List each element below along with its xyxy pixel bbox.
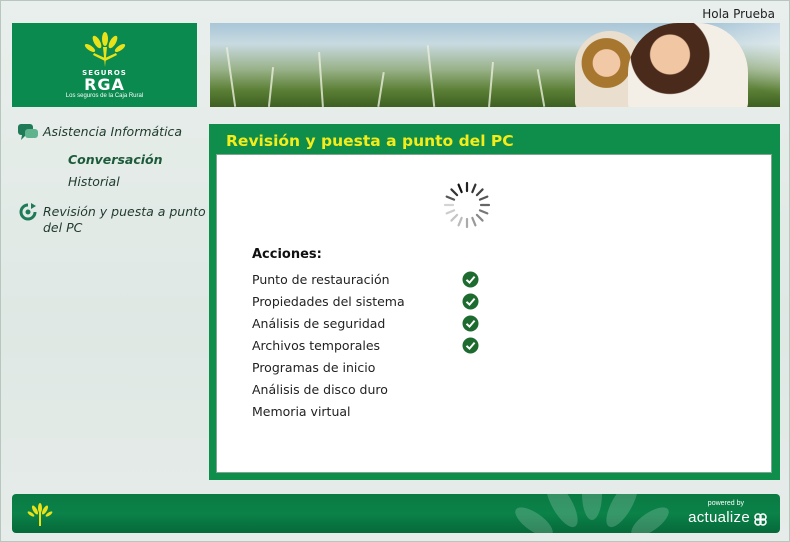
wheat-sheaf-icon bbox=[27, 503, 53, 526]
action-label: Programas de inicio bbox=[252, 359, 376, 375]
header-banner-image bbox=[210, 23, 780, 107]
page-title: Revisión y puesta a punto del PC bbox=[226, 132, 514, 150]
action-row: Análisis de disco duro bbox=[252, 378, 479, 400]
logo-tagline: Los seguros de la Caja Rural bbox=[65, 93, 144, 99]
action-label: Análisis de disco duro bbox=[252, 381, 388, 397]
mother-photo bbox=[628, 23, 748, 107]
check-circle-icon bbox=[462, 337, 479, 353]
app-window: Hola Prueba SEGUROS RGA Los seguros de l… bbox=[0, 0, 790, 542]
actions-title: Acciones: bbox=[252, 247, 322, 262]
check-circle-icon bbox=[462, 293, 479, 309]
loading-spinner-icon bbox=[443, 181, 491, 229]
action-label: Archivos temporales bbox=[252, 337, 381, 353]
actions-list: Acciones: Punto de restauración Propieda… bbox=[252, 247, 479, 422]
action-label: Análisis de seguridad bbox=[252, 315, 386, 331]
logo-brand: RGA bbox=[84, 75, 125, 94]
actualize-logo[interactable]: actualize bbox=[688, 509, 750, 526]
check-circle-icon bbox=[462, 271, 479, 287]
check-circle-icon bbox=[462, 315, 479, 331]
chat-bubbles-icon bbox=[18, 124, 38, 140]
wheat-sheaf-icon bbox=[84, 32, 125, 67]
sidebar-item-revision[interactable]: Revisión y puesta a punto del PC bbox=[17, 201, 207, 236]
sidebar-item-asistencia[interactable]: Asistencia Informática bbox=[17, 121, 207, 143]
action-row: Archivos temporales bbox=[252, 334, 479, 356]
wheat-watermark-icon bbox=[515, 494, 669, 533]
greeting-text: Hola Prueba bbox=[702, 7, 775, 21]
action-row: Propiedades del sistema bbox=[252, 290, 479, 312]
powered-by-text: powered by bbox=[707, 500, 744, 507]
action-label: Punto de restauración bbox=[252, 271, 390, 287]
panel-content: Acciones: Punto de restauración Propieda… bbox=[216, 154, 772, 473]
action-row: Análisis de seguridad bbox=[252, 312, 479, 334]
sidebar-nav: Asistencia Informática Conversación Hist… bbox=[17, 121, 207, 242]
action-row: Memoria virtual bbox=[252, 400, 479, 422]
footer-bar: powered by actualize bbox=[12, 494, 780, 533]
brand-logo[interactable]: SEGUROS RGA Los seguros de la Caja Rural bbox=[12, 23, 197, 107]
sidebar-item-label: Asistencia Informática bbox=[43, 124, 183, 139]
sidebar-item-label: Revisión y puesta a punto del PC bbox=[43, 204, 206, 235]
main-panel: Revisión y puesta a punto del PC Accione… bbox=[209, 124, 780, 480]
action-label: Memoria virtual bbox=[252, 403, 351, 419]
action-label: Propiedades del sistema bbox=[252, 293, 405, 309]
action-row: Punto de restauración bbox=[252, 268, 479, 290]
sidebar-item-historial[interactable]: Historial bbox=[68, 171, 207, 193]
refresh-icon bbox=[19, 203, 37, 221]
actualize-mark-icon bbox=[754, 513, 767, 526]
sidebar-item-conversacion[interactable]: Conversación bbox=[68, 149, 207, 171]
action-row: Programas de inicio bbox=[252, 356, 479, 378]
